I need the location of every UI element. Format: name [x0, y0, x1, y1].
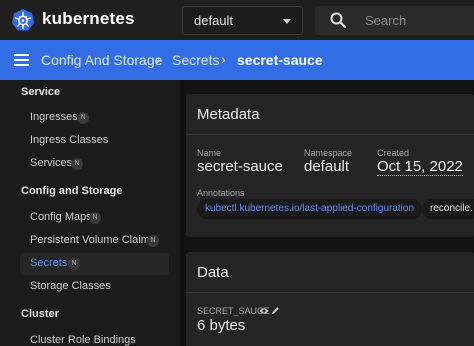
sidebar-item-ingresses[interactable]: Ingresses N — [20, 107, 169, 129]
brand-name[interactable]: kubernetes — [42, 9, 135, 29]
breadcrumb-secrets[interactable]: Secrets — [172, 52, 219, 68]
sidebar-item-config-maps[interactable]: Config Maps N — [20, 207, 169, 229]
annotation-chip[interactable]: kubectl.kubernetes.io/last-applied-confi… — [197, 199, 423, 219]
namespace-value: default — [304, 158, 350, 175]
created-label: Created — [377, 148, 410, 158]
annotation-chip[interactable]: reconcile. — [422, 199, 474, 219]
sidebar-item-cluster-role-bindings[interactable]: Cluster Role Bindings — [20, 330, 169, 346]
search-box[interactable] — [315, 6, 474, 35]
sidebar-item-label: Persistent Volume Claims — [30, 234, 156, 246]
sidebar-item-label: Secrets — [30, 257, 68, 269]
annotations-label: Annotations — [197, 188, 245, 198]
sidebar-section-service: Service — [21, 86, 61, 98]
sidebar-section-cluster: Cluster — [21, 308, 59, 320]
namespaced-badge: N — [68, 258, 80, 270]
namespace-label: Namespace — [304, 148, 353, 158]
chevron-right-icon: › — [156, 51, 161, 67]
sidebar-item-label: Services — [30, 157, 73, 169]
created-value[interactable]: Oct 15, 2022 — [377, 158, 463, 176]
pencil-icon[interactable] — [271, 306, 280, 315]
kubernetes-logo-icon[interactable] — [11, 8, 35, 32]
sidebar-item-label: Cluster Role Bindings — [30, 334, 136, 346]
data-card: Data SECRET_SAUCE 6 bytes — [186, 252, 474, 346]
top-bar: kubernetes default — [0, 0, 474, 40]
sidebar-item-label: Storage Classes — [30, 280, 111, 292]
sidebar-item-label: Config Maps — [30, 211, 92, 223]
eye-icon[interactable] — [259, 307, 269, 315]
namespace-select-value: default — [194, 13, 234, 28]
data-title: Data — [197, 264, 229, 281]
menu-icon[interactable] — [14, 54, 29, 66]
sidebar-item-label: Ingress Classes — [30, 134, 109, 146]
sidebar-item-services[interactable]: Services N — [20, 153, 169, 175]
name-value: secret-sauce — [197, 158, 283, 175]
search-icon — [330, 12, 347, 29]
caret-down-icon — [283, 19, 291, 24]
breadcrumb-current: secret-sauce — [237, 52, 323, 68]
sidebar-item-storage-classes[interactable]: Storage Classes — [20, 276, 169, 298]
namespace-select[interactable]: default — [182, 6, 303, 35]
namespaced-badge: N — [89, 212, 101, 224]
chevron-right-icon: › — [221, 51, 226, 67]
sidebar-item-secrets[interactable]: Secrets N — [20, 253, 169, 275]
namespaced-badge: N — [77, 112, 89, 124]
namespaced-badge: N — [71, 158, 83, 170]
divider — [186, 134, 474, 135]
sidebar-item-persistent-volume-claims[interactable]: Persistent Volume Claims N — [20, 230, 169, 252]
sidebar-item-ingress-classes[interactable]: Ingress Classes — [20, 130, 169, 152]
metadata-title: Metadata — [197, 106, 260, 123]
secret-value: 6 bytes — [197, 317, 246, 334]
breadcrumb-config-and-storage[interactable]: Config And Storage — [41, 52, 162, 68]
metadata-card: Metadata Name secret-sauce Namespace def… — [186, 94, 474, 237]
breadcrumb: Config And Storage › Secrets › secret-sa… — [0, 40, 474, 80]
sidebar-item-label: Ingresses — [30, 111, 78, 123]
name-label: Name — [197, 148, 222, 158]
namespaced-badge: N — [147, 235, 159, 247]
divider — [186, 292, 474, 293]
sidebar: Service Ingresses N Ingress Classes Serv… — [0, 80, 180, 346]
search-input[interactable] — [365, 11, 473, 30]
sidebar-section-config-and-storage: Config and Storage — [21, 185, 123, 197]
